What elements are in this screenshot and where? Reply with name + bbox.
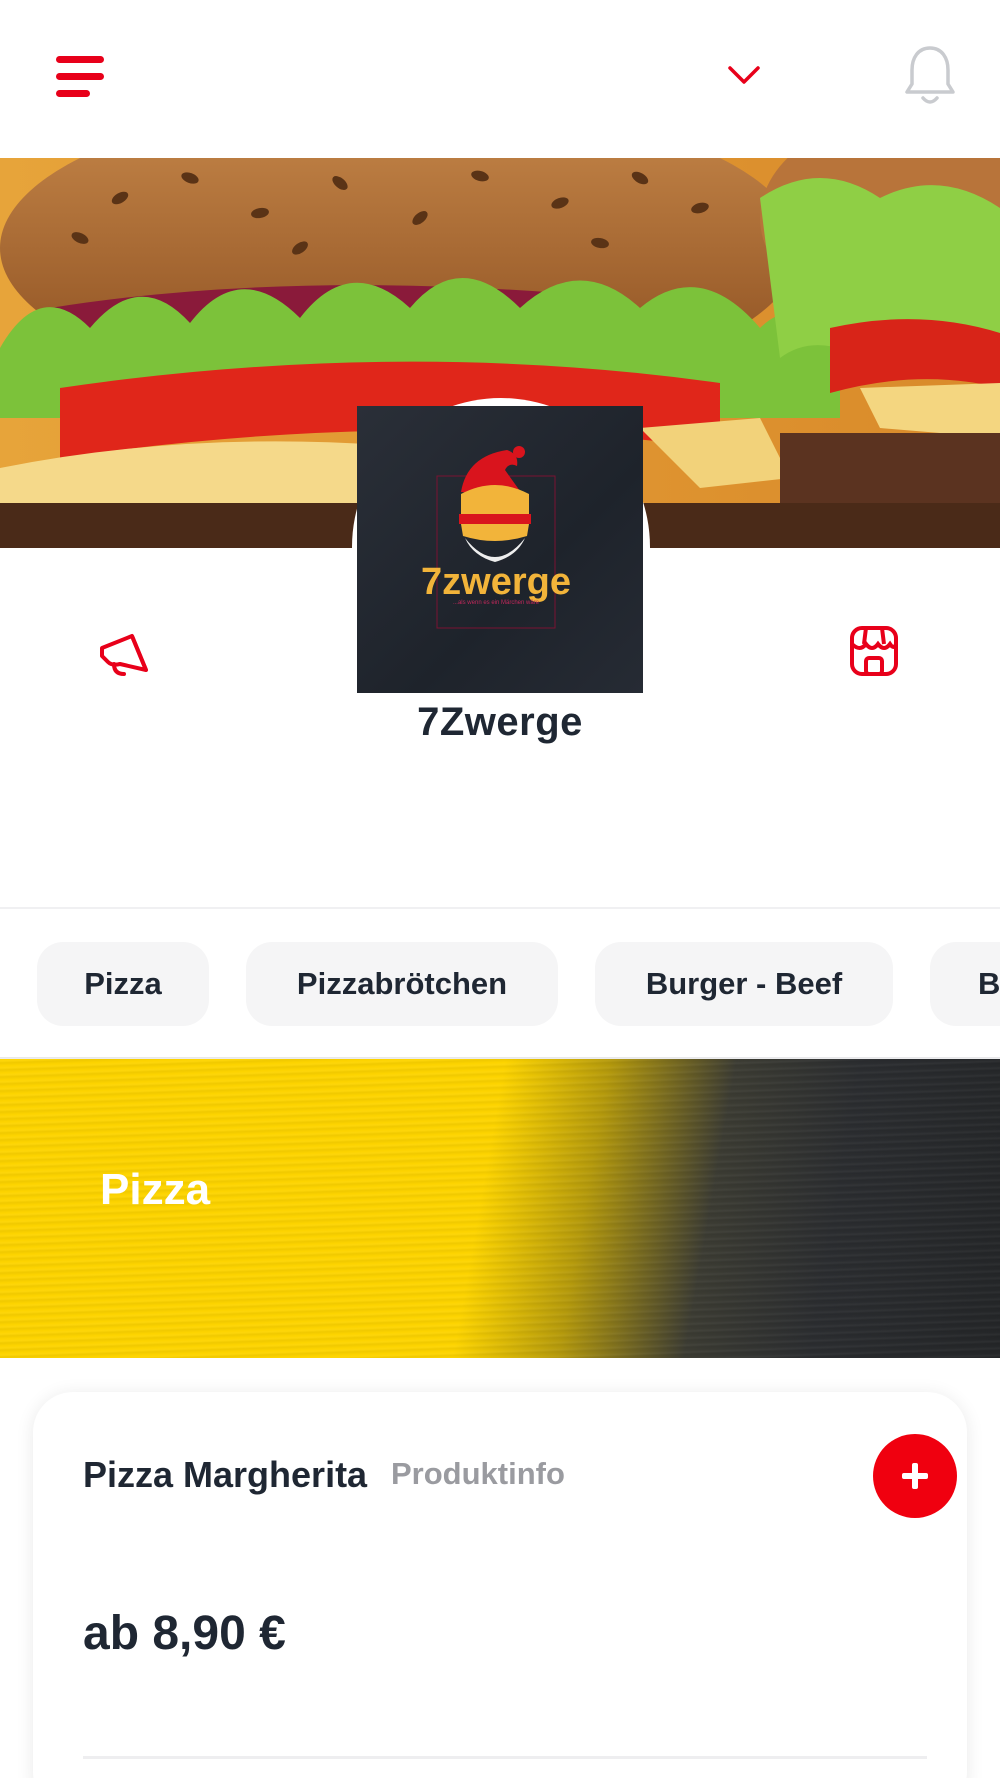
category-banner: Pizza bbox=[0, 1059, 1000, 1358]
megaphone-icon[interactable] bbox=[96, 630, 154, 678]
category-chip-burger-beef[interactable]: Burger - Beef bbox=[595, 942, 893, 1026]
category-chips: Pizza Pizzabrötchen Burger - Beef B bbox=[0, 909, 1000, 1059]
category-chip-partial[interactable]: B bbox=[930, 942, 1000, 1026]
card-divider bbox=[83, 1756, 927, 1759]
bell-icon[interactable] bbox=[904, 44, 956, 108]
category-banner-title: Pizza bbox=[100, 1165, 211, 1214]
category-chip-pizza[interactable]: Pizza bbox=[37, 942, 209, 1026]
restaurant-name: 7Zwerge bbox=[417, 700, 583, 744]
product-price: ab 8,90 € bbox=[83, 1607, 286, 1660]
add-to-cart-button[interactable] bbox=[873, 1434, 957, 1518]
store-icon[interactable] bbox=[848, 624, 900, 678]
logo-tagline: ...als wenn es ein Märchen wäre bbox=[453, 600, 540, 606]
chevron-down-icon[interactable] bbox=[726, 62, 762, 90]
app-header bbox=[0, 0, 1000, 158]
restaurant-logo: 7zwerge ...als wenn es ein Märchen wäre bbox=[357, 406, 643, 693]
product-name: Pizza Margherita bbox=[83, 1454, 368, 1495]
product-info-link[interactable]: Produktinfo bbox=[391, 1456, 565, 1492]
category-chip-pizzabroetchen[interactable]: Pizzabrötchen bbox=[246, 942, 558, 1026]
product-card[interactable]: Pizza Margherita Produktinfo ab 8,90 € bbox=[33, 1392, 967, 1778]
logo-wordmark: 7zwerge bbox=[421, 561, 571, 603]
plus-icon bbox=[902, 1463, 928, 1489]
hamburger-menu-icon[interactable] bbox=[56, 54, 108, 100]
